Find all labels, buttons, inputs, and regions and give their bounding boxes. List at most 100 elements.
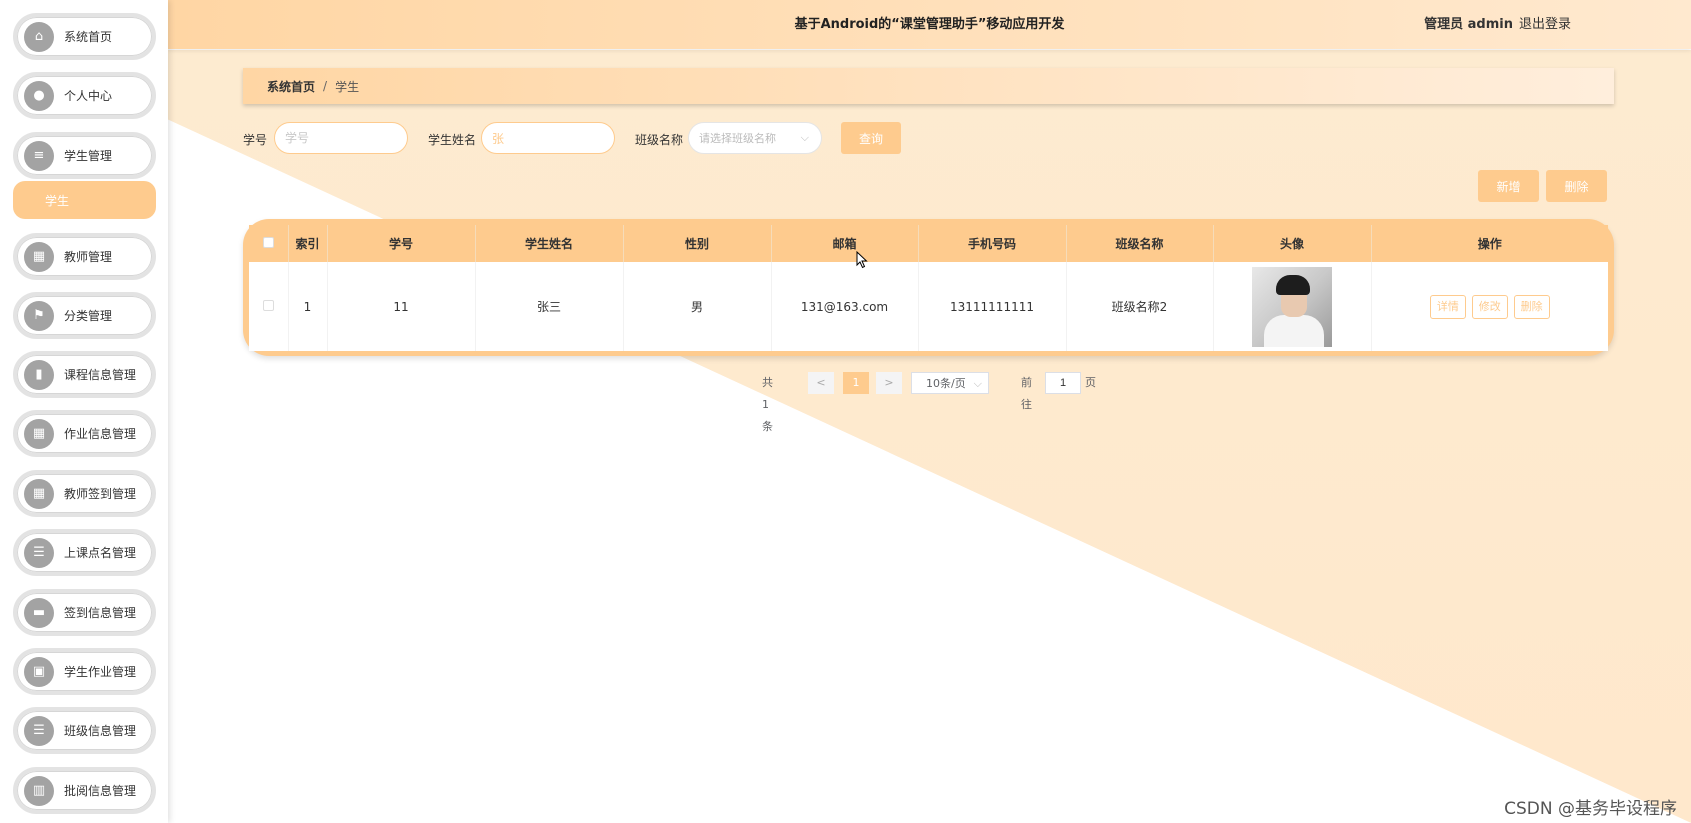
cell-email: 131@163.com [771,262,919,351]
chevron-down-icon: ⌵ [973,377,982,390]
sidebar-item-label: 作业信息管理 [64,427,137,441]
cell-student-name: 张三 [475,262,624,351]
chevron-down-icon: ⌵ [800,131,809,144]
sidebar-item-label: 学生作业管理 [64,665,137,679]
sidebar: ⌂ 系统首页 ● 个人中心 ≡ 学生管理 学生 ▦ 教师管理 ⚑ 分类管理 ▮ … [0,0,168,823]
table-row: 1 11 张三 男 131@163.com 13111111111 班级名称2 … [249,262,1608,351]
next-page-button[interactable]: > [876,372,902,394]
header-class-name: 班级名称 [1066,225,1214,262]
cell-class-name: 班级名称2 [1066,262,1214,351]
sidebar-item-rollcall[interactable]: ☰ 上课点名管理 [13,529,156,576]
cell-avatar [1213,262,1372,351]
grid-icon: ▦ [24,478,54,509]
student-table: 索引 学号 学生姓名 性别 邮箱 手机号码 班级名称 头像 操作 1 11 张三… [243,219,1614,356]
goto-label: 前往 [1021,376,1032,411]
add-button[interactable]: 新增 [1478,170,1539,202]
select-all-checkbox[interactable] [262,236,274,248]
student-name-label: 学生姓名 [428,133,477,147]
list-icon: ☰ [24,537,54,568]
class-name-placeholder: 请选择班级名称 [699,132,776,145]
sidebar-item-label: 批阅信息管理 [64,784,137,798]
query-button[interactable]: 查询 [841,122,901,154]
sidebar-item-homework-mgmt[interactable]: ▦ 作业信息管理 [13,410,156,457]
header-phone: 手机号码 [918,225,1067,262]
top-header: 基于Android的“课堂管理助手”移动应用开发 管理员 admin 退出登录 [168,0,1691,49]
message-icon: ▬ [24,597,54,628]
select-all-cell[interactable] [249,225,289,262]
sidebar-item-teacher-signin[interactable]: ▦ 教师签到管理 [13,470,156,517]
avatar-hair [1276,274,1310,295]
sidebar-subitem-student[interactable]: 学生 [13,181,156,219]
pagination-total: 共 1 条 [762,376,773,433]
breadcrumb-home[interactable]: 系统首页 [267,78,315,95]
breadcrumb-current: 学生 [335,79,360,94]
avatar [1252,266,1332,347]
page-1-button[interactable]: 1 [843,372,869,394]
sidebar-item-label: 教师管理 [64,250,113,264]
sidebar-item-student-homework[interactable]: ▣ 学生作业管理 [13,648,156,695]
sidebar-item-profile[interactable]: ● 个人中心 [13,72,156,119]
sliders-icon: ≡ [24,140,54,171]
header-gender: 性别 [623,225,772,262]
sidebar-item-label: 个人中心 [64,89,113,103]
sidebar-item-review-info[interactable]: ▥ 批阅信息管理 [13,767,156,814]
edit-button[interactable]: 修改 [1471,294,1508,319]
table-header-row: 索引 学号 学生姓名 性别 邮箱 手机号码 班级名称 头像 操作 [249,225,1608,262]
home-icon: ⌂ [24,21,54,52]
mouse-pointer-icon [856,250,868,272]
header-student-name: 学生姓名 [475,225,624,262]
logout-link[interactable]: 退出登录 [1519,0,1571,49]
sidebar-item-label: 课程信息管理 [64,368,137,382]
sidebar-item-course-mgmt[interactable]: ▮ 课程信息管理 [13,351,156,398]
prev-page-button[interactable]: < [808,372,834,394]
sidebar-item-signin-info[interactable]: ▬ 签到信息管理 [13,589,156,636]
sidebar-item-label: 分类管理 [64,309,113,323]
header-avatar: 头像 [1213,225,1372,262]
cell-gender: 男 [623,262,772,351]
page-size-value: 10条/页 [926,377,966,390]
page-size-select[interactable]: 10条/页 ⌵ [911,372,989,394]
sidebar-item-label: 签到信息管理 [64,606,137,620]
sidebar-item-category-mgmt[interactable]: ⚑ 分类管理 [13,292,156,339]
sidebar-item-label: 系统首页 [64,30,113,44]
grid-icon: ▦ [24,241,54,272]
sidebar-item-label: 教师签到管理 [64,487,137,501]
row-delete-button[interactable]: 删除 [1513,294,1550,319]
flag-icon: ⚑ [24,300,54,331]
header-index: 索引 [288,225,328,262]
book-icon: ▥ [24,775,54,806]
row-checkbox[interactable] [262,299,274,311]
page-suffix-label: 页 [1085,376,1096,389]
delete-button[interactable]: 删除 [1546,170,1607,202]
class-name-select[interactable]: 请选择班级名称 ⌵ [688,122,822,154]
student-id-input[interactable] [274,122,408,154]
header-student-id: 学号 [327,225,476,262]
cell-index: 1 [288,262,328,351]
menu-icon: ☰ [24,715,54,746]
sidebar-item-home[interactable]: ⌂ 系统首页 [13,13,156,60]
sidebar-item-label: 上课点名管理 [64,546,137,560]
watermark: CSDN @基务毕设程序 [1504,799,1677,819]
cell-student-id: 11 [327,262,476,351]
sidebar-item-class-info[interactable]: ☰ 班级信息管理 [13,707,156,754]
class-name-label: 班级名称 [635,133,684,147]
header-actions: 操作 [1477,237,1502,251]
row-select-cell[interactable] [249,262,289,351]
current-user: 管理员 admin [1424,17,1513,32]
clipboard-icon: ▣ [24,656,54,687]
cell-phone: 13111111111 [918,262,1067,351]
goto-page-input[interactable] [1045,372,1081,394]
detail-button[interactable]: 详情 [1429,294,1466,319]
user-icon: ● [24,80,54,111]
student-id-label: 学号 [243,133,268,147]
breadcrumb: 系统首页 / 学生 [243,68,1614,104]
breadcrumb-separator: / [323,79,328,93]
sidebar-item-label: 班级信息管理 [64,724,137,738]
bar-chart-icon: ▮ [24,359,54,390]
sidebar-item-teacher-mgmt[interactable]: ▦ 教师管理 [13,233,156,280]
grid-icon: ▦ [24,418,54,449]
student-name-input[interactable] [481,122,615,154]
header-email: 邮箱 [771,225,919,262]
cell-actions: 详情 修改 删除 [1371,262,1608,351]
sidebar-item-student-mgmt[interactable]: ≡ 学生管理 [13,132,156,179]
